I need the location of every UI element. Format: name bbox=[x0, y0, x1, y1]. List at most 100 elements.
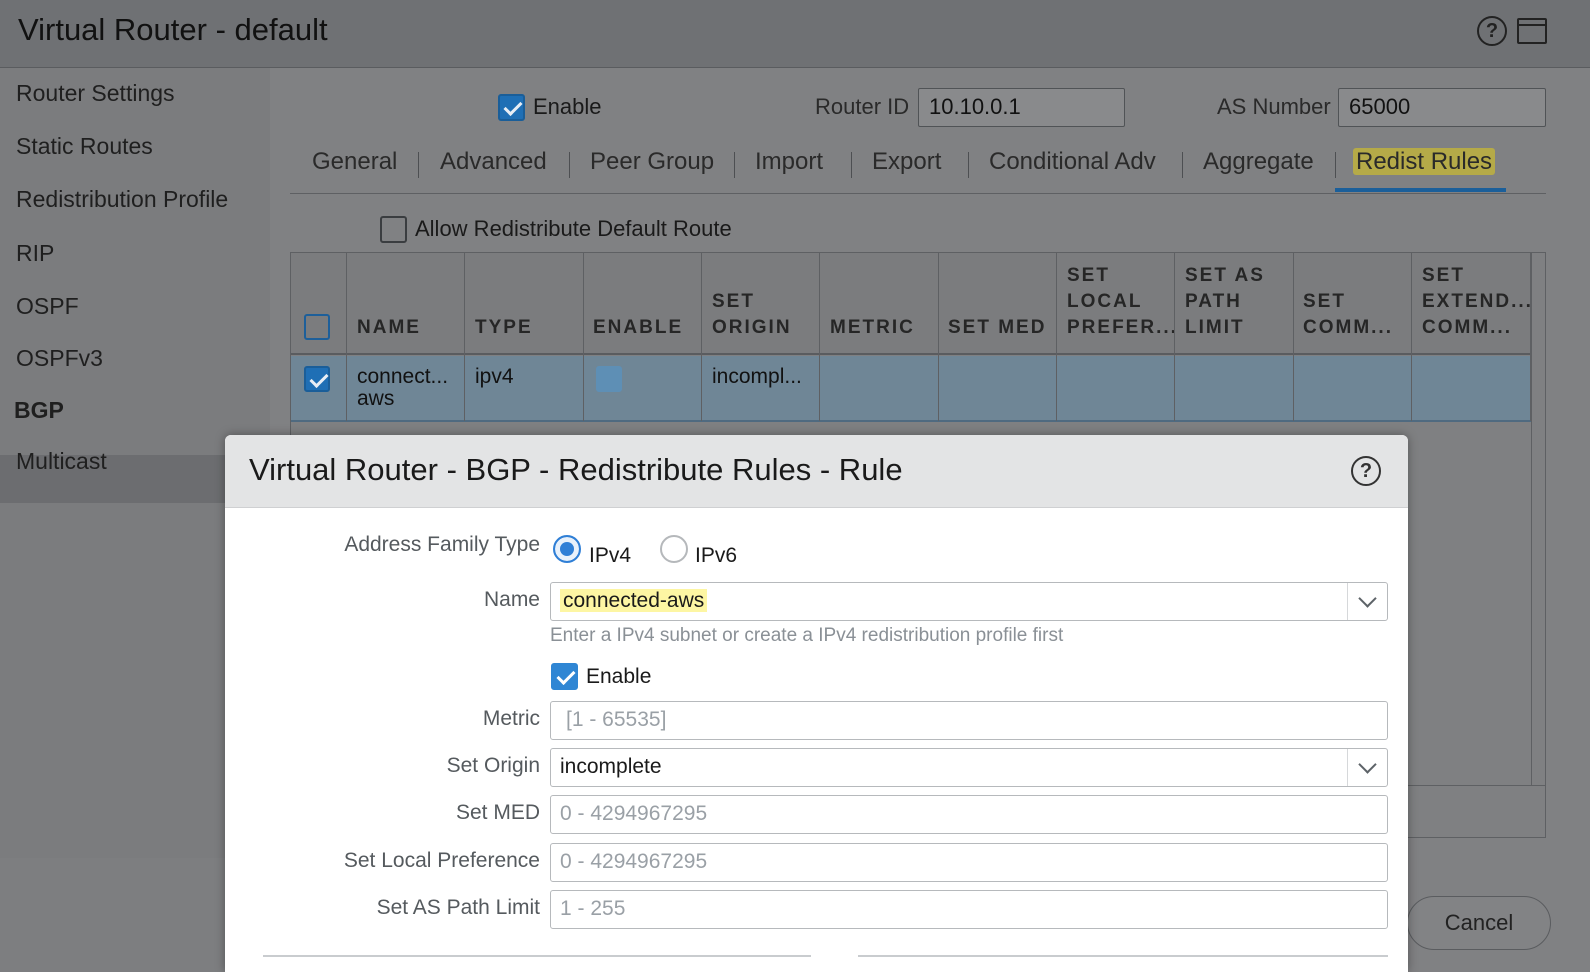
column-divider bbox=[583, 253, 584, 421]
tab-general[interactable]: General bbox=[312, 148, 397, 176]
set-origin-select[interactable]: incomplete bbox=[550, 748, 1388, 787]
name-value: connected-aws bbox=[560, 589, 708, 612]
allow-default-route-checkbox[interactable] bbox=[380, 215, 407, 243]
window-header: Virtual Router - default ? bbox=[0, 0, 1590, 68]
name-combobox[interactable]: connected-aws bbox=[550, 582, 1388, 621]
col-header-metric[interactable]: METRIC bbox=[830, 315, 915, 341]
col-header-set-med[interactable]: SET MED bbox=[948, 315, 1046, 341]
col-header-set-origin-line2: ORIGIN bbox=[712, 317, 792, 338]
column-divider bbox=[464, 253, 465, 421]
sidebar-item-ospf[interactable]: OSPF bbox=[16, 293, 79, 320]
name-hint: Enter a IPv4 subnet or create a IPv4 red… bbox=[550, 625, 1064, 646]
ipv6-radio[interactable] bbox=[660, 535, 688, 563]
col-header-set-as-path-limit[interactable]: SET AS PATH LIMIT bbox=[1185, 263, 1265, 341]
bgp-tabs: General Advanced Peer Group Import Expor… bbox=[290, 138, 1546, 194]
tab-export[interactable]: Export bbox=[872, 148, 941, 176]
sidebar-item-router-settings[interactable]: Router Settings bbox=[16, 80, 175, 107]
tab-divider bbox=[851, 152, 852, 178]
table-scrollbar[interactable] bbox=[1531, 253, 1545, 785]
col-header-ext-line3: COMM... bbox=[1422, 317, 1512, 338]
column-divider bbox=[1174, 253, 1175, 421]
row-set-origin-cell: incompl... bbox=[712, 365, 802, 388]
section-divider bbox=[858, 955, 1388, 957]
tab-divider bbox=[1182, 152, 1183, 178]
router-id-label: Router ID bbox=[815, 94, 910, 119]
col-header-set-comm[interactable]: SET COMM... bbox=[1303, 289, 1393, 341]
metric-label: Metric bbox=[482, 707, 540, 730]
ipv4-radio-label: IPv4 bbox=[589, 544, 632, 567]
tab-divider bbox=[734, 152, 735, 178]
sidebar-item-static-routes[interactable]: Static Routes bbox=[16, 133, 153, 160]
dialog-header: Virtual Router - BGP - Redistribute Rule… bbox=[225, 435, 1408, 508]
tab-import[interactable]: Import bbox=[755, 148, 823, 176]
col-header-enable[interactable]: ENABLE bbox=[593, 315, 683, 341]
as-number-input[interactable]: 65000 bbox=[1338, 88, 1546, 127]
rule-enable[interactable]: Enable bbox=[551, 663, 651, 690]
sidebar-item-bgp[interactable]: BGP bbox=[14, 397, 64, 424]
section-divider bbox=[263, 955, 811, 957]
col-header-set-origin[interactable]: SET ORIGIN bbox=[712, 289, 792, 341]
router-id-input[interactable]: 10.10.0.1 bbox=[918, 88, 1125, 127]
allow-default-route[interactable]: Allow Redistribute Default Route bbox=[380, 215, 732, 243]
bgp-enable-checkbox[interactable] bbox=[498, 93, 525, 121]
row-select-checkbox[interactable] bbox=[304, 366, 330, 392]
col-header-comm-line2: COMM... bbox=[1303, 317, 1393, 338]
col-header-local-line2: LOCAL bbox=[1067, 291, 1143, 312]
rule-enable-checkbox[interactable] bbox=[551, 663, 578, 690]
tab-peer-group[interactable]: Peer Group bbox=[590, 148, 714, 176]
sidebar-item-ospfv3[interactable]: OSPFv3 bbox=[16, 345, 103, 372]
dialog-title: Virtual Router - BGP - Redistribute Rule… bbox=[249, 452, 903, 487]
cancel-button[interactable]: Cancel bbox=[1407, 896, 1551, 950]
row-name-line2: aws bbox=[357, 387, 395, 410]
sidebar-item-rip[interactable]: RIP bbox=[16, 240, 54, 267]
col-header-local-line3: PREFER... bbox=[1067, 317, 1178, 338]
active-tab-underline bbox=[1335, 188, 1506, 192]
ipv6-radio-label: IPv6 bbox=[695, 544, 738, 567]
column-divider bbox=[1056, 253, 1057, 421]
metric-input[interactable]: [1 - 65535] bbox=[550, 701, 1388, 740]
chevron-down-icon[interactable] bbox=[1347, 749, 1387, 786]
maximize-icon[interactable] bbox=[1517, 18, 1547, 44]
tab-divider bbox=[968, 152, 969, 178]
col-header-type[interactable]: TYPE bbox=[475, 315, 533, 341]
set-as-path-limit-input[interactable]: 1 - 255 bbox=[550, 890, 1388, 929]
tab-redist-rules[interactable]: Redist Rules bbox=[1353, 148, 1496, 176]
table-row[interactable]: connect... aws ipv4 incompl... bbox=[291, 356, 1531, 422]
sidebar-item-redistribution-profile[interactable]: Redistribution Profile bbox=[16, 186, 228, 213]
column-divider bbox=[819, 253, 820, 421]
col-header-aspath-line2: PATH bbox=[1185, 291, 1242, 312]
tab-divider bbox=[418, 152, 419, 178]
col-header-ext-line1: SET bbox=[1422, 265, 1465, 286]
row-name-line1: connect... bbox=[357, 365, 449, 388]
set-med-input[interactable]: 0 - 4294967295 bbox=[550, 795, 1388, 834]
help-icon[interactable]: ? bbox=[1477, 16, 1507, 46]
col-header-set-origin-line1: SET bbox=[712, 291, 755, 312]
tab-advanced[interactable]: Advanced bbox=[440, 148, 547, 176]
chevron-down-icon[interactable] bbox=[1347, 583, 1387, 620]
name-label: Name bbox=[483, 588, 540, 611]
set-local-pref-input[interactable]: 0 - 4294967295 bbox=[550, 843, 1388, 882]
tab-aggregate[interactable]: Aggregate bbox=[1203, 148, 1314, 176]
col-header-name[interactable]: NAME bbox=[357, 315, 421, 341]
bgp-enable-label: Enable bbox=[533, 94, 602, 120]
bgp-enable[interactable]: Enable bbox=[498, 93, 602, 121]
set-as-path-limit-label: Set AS Path Limit bbox=[376, 896, 540, 919]
set-local-pref-label: Set Local Preference bbox=[343, 849, 540, 872]
table-header: NAME TYPE ENABLE SET ORIGIN METRIC SET M… bbox=[291, 253, 1531, 355]
tab-conditional-adv[interactable]: Conditional Adv bbox=[989, 148, 1156, 176]
set-med-label: Set MED bbox=[455, 801, 540, 824]
col-header-set-extended-comm[interactable]: SET EXTEND... COMM... bbox=[1422, 263, 1533, 341]
col-header-aspath-line1: SET AS bbox=[1185, 265, 1265, 286]
col-header-aspath-line3: LIMIT bbox=[1185, 317, 1245, 338]
tab-redist-rules-label: Redist Rules bbox=[1353, 148, 1496, 175]
row-type-cell: ipv4 bbox=[475, 365, 514, 388]
col-header-set-local-pref[interactable]: SET LOCAL PREFER... bbox=[1067, 263, 1178, 341]
select-all-checkbox[interactable] bbox=[304, 314, 330, 340]
sidebar-item-multicast[interactable]: Multicast bbox=[16, 448, 107, 475]
row-name-cell[interactable]: connect... aws bbox=[357, 366, 448, 410]
ipv4-radio[interactable] bbox=[553, 535, 581, 563]
address-family-label: Address Family Type bbox=[344, 533, 540, 556]
dialog-help-icon[interactable]: ? bbox=[1351, 456, 1381, 486]
redistribute-rule-dialog: Virtual Router - BGP - Redistribute Rule… bbox=[225, 435, 1408, 972]
col-header-ext-line2: EXTEND... bbox=[1422, 291, 1533, 312]
